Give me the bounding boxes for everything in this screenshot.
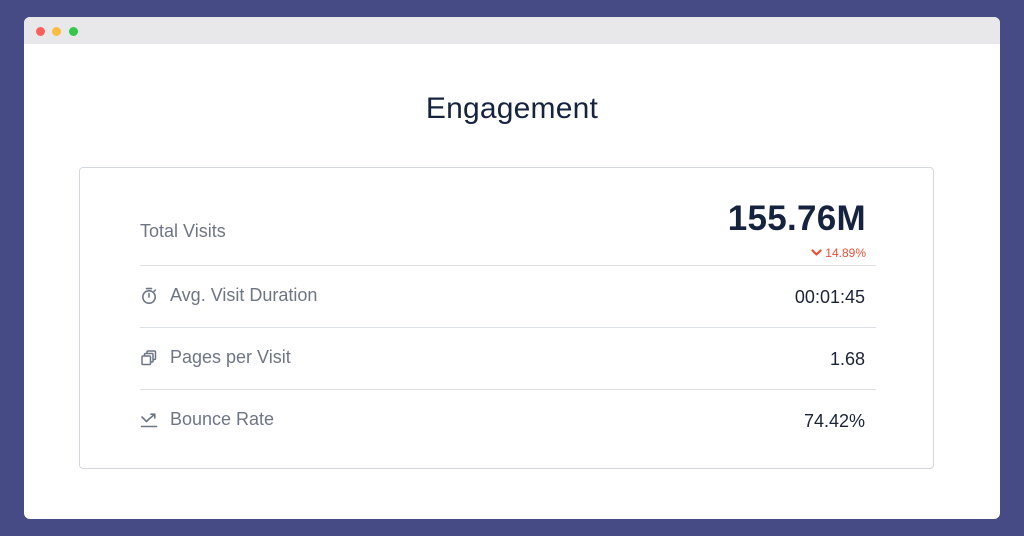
- engagement-card: Total Visits 155.76M 14.89% Avg. Visit D…: [79, 167, 934, 469]
- total-visits-change: 14.89%: [811, 246, 866, 260]
- pages-icon: [140, 349, 158, 367]
- metric-row-bounce-rate: Bounce Rate 74.42%: [140, 390, 876, 452]
- window-titlebar: [24, 17, 1000, 44]
- pages-per-visit-label: Pages per Visit: [170, 347, 291, 367]
- bounce-rate-label: Bounce Rate: [170, 409, 275, 429]
- total-visits-value: 155.76M: [727, 199, 866, 238]
- stopwatch-icon: [140, 287, 158, 305]
- bounce-icon: [140, 411, 158, 429]
- total-visits-label: Total Visits: [140, 221, 226, 241]
- browser-window: Engagement Total Visits 155.76M 14.89% A…: [24, 17, 1000, 519]
- page-title: Engagement: [425, 92, 599, 125]
- avg-visit-duration-value: 00:01:45: [794, 287, 865, 307]
- pages-per-visit-value: 1.68: [829, 349, 865, 369]
- metric-row-total-visits: Total Visits 155.76M 14.89%: [140, 197, 876, 266]
- chevron-down-icon: [811, 246, 822, 260]
- minimize-window-button[interactable]: [52, 27, 61, 36]
- total-visits-change-value: 14.89%: [825, 246, 866, 260]
- metric-row-pages-per-visit: Pages per Visit 1.68: [140, 328, 876, 390]
- bounce-rate-value: 74.42%: [803, 411, 865, 431]
- avg-visit-duration-label: Avg. Visit Duration: [170, 285, 318, 305]
- close-window-button[interactable]: [36, 27, 45, 36]
- maximize-window-button[interactable]: [69, 27, 78, 36]
- metric-row-avg-visit-duration: Avg. Visit Duration 00:01:45: [140, 266, 876, 328]
